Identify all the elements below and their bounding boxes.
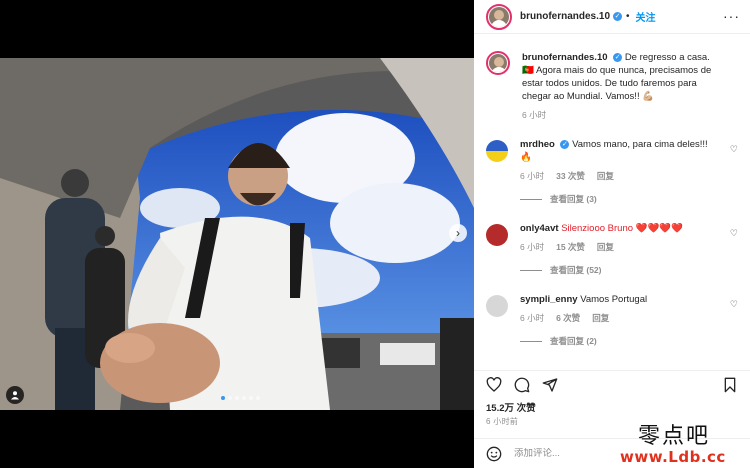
heart-icon[interactable]: ♡ — [730, 144, 738, 155]
next-icon[interactable]: › — [449, 224, 467, 242]
view-replies-button[interactable]: 查看回复 (3) — [520, 193, 720, 206]
user-tag-icon[interactable] — [6, 386, 24, 404]
reply-button[interactable]: 回复 — [597, 241, 614, 254]
comment-text: Vamos Portugal — [580, 294, 648, 305]
follow-button[interactable]: 关注 — [636, 9, 656, 24]
bookmark-icon[interactable] — [722, 377, 738, 393]
verified-icon: ✓ — [613, 12, 623, 21]
likes-count[interactable]: 15.2万 次赞 — [486, 400, 536, 414]
share-icon[interactable] — [542, 377, 558, 393]
carousel-dot — [221, 396, 225, 400]
post-side-panel: brunofernandes.10 ✓ • 关注 ··· brunofernan… — [474, 0, 750, 468]
carousel-dot — [228, 396, 232, 400]
post-photo[interactable] — [0, 58, 474, 410]
avatar[interactable] — [486, 224, 508, 246]
comment-item: sympli_enny Vamos Portugal 6 小时 6 次赞 回复 … — [486, 293, 738, 348]
comment-likes[interactable]: 33 次赞 — [556, 170, 585, 183]
photo-image — [0, 58, 474, 410]
carousel-dot — [256, 396, 260, 400]
comment-time: 6 小时 — [520, 171, 545, 181]
avatar[interactable] — [486, 140, 508, 162]
heart-icon[interactable] — [486, 376, 502, 393]
comment-likes[interactable]: 15 次赞 — [556, 241, 585, 254]
action-bar — [474, 370, 750, 394]
verified-icon: ✓ — [613, 52, 623, 62]
carousel-dot — [242, 396, 246, 400]
emoji-icon[interactable] — [486, 446, 502, 462]
reply-button[interactable]: 回复 — [597, 170, 614, 183]
post-header: brunofernandes.10 ✓ • 关注 ··· — [474, 0, 750, 34]
heart-icon[interactable]: ♡ — [730, 228, 738, 239]
comment-username[interactable]: only4avt — [520, 223, 559, 234]
caption-time: 6 小时 — [522, 110, 547, 120]
avatar[interactable] — [486, 51, 510, 75]
post-viewer: › brunofernandes.10 ✓ • 关注 ··· brunofern… — [0, 0, 750, 468]
caption: brunofernandes.10 ✓ De regresso a casa. … — [486, 51, 738, 122]
comment-username[interactable]: sympli_enny — [520, 294, 578, 305]
reply-button[interactable]: 回复 — [592, 312, 609, 325]
avatar[interactable] — [486, 3, 512, 30]
verified-icon: ✓ — [560, 139, 570, 149]
comment-username[interactable]: mrdheo — [520, 139, 555, 150]
comment-icon[interactable] — [514, 377, 530, 393]
more-icon[interactable]: ··· — [723, 8, 740, 24]
carousel-dot — [235, 396, 239, 400]
avatar[interactable] — [486, 295, 508, 317]
post-time: 6 小时前 — [486, 417, 519, 426]
comment-time: 6 小时 — [520, 242, 545, 252]
heart-icon[interactable]: ♡ — [730, 299, 738, 310]
comment-item: only4avt Silenziooo Bruno ❤️❤️❤️❤️ 6 小时 … — [486, 222, 738, 277]
view-replies-button[interactable]: 查看回复 (52) — [520, 264, 720, 277]
comments-list[interactable]: brunofernandes.10 ✓ De regresso a casa. … — [474, 45, 750, 360]
watermark-url: www.Ldb.cc — [620, 448, 726, 466]
author-username[interactable]: brunofernandes.10 — [520, 11, 610, 22]
caption-username[interactable]: brunofernandes.10 — [522, 52, 608, 63]
carousel-indicator — [221, 396, 260, 400]
comment-likes[interactable]: 6 次赞 — [556, 312, 580, 325]
post-media: › — [0, 0, 474, 468]
comment-text: Silenziooo Bruno ❤️❤️❤️❤️ — [561, 223, 683, 234]
comment-time: 6 小时 — [520, 313, 545, 323]
comment-item: mrdheo ✓ Vamos mano, para cima deles!!! … — [486, 138, 738, 206]
carousel-dot — [249, 396, 253, 400]
separator: • — [626, 11, 630, 22]
watermark-logo-text: 零点吧 — [638, 424, 711, 449]
view-replies-button[interactable]: 查看回复 (2) — [520, 335, 720, 348]
